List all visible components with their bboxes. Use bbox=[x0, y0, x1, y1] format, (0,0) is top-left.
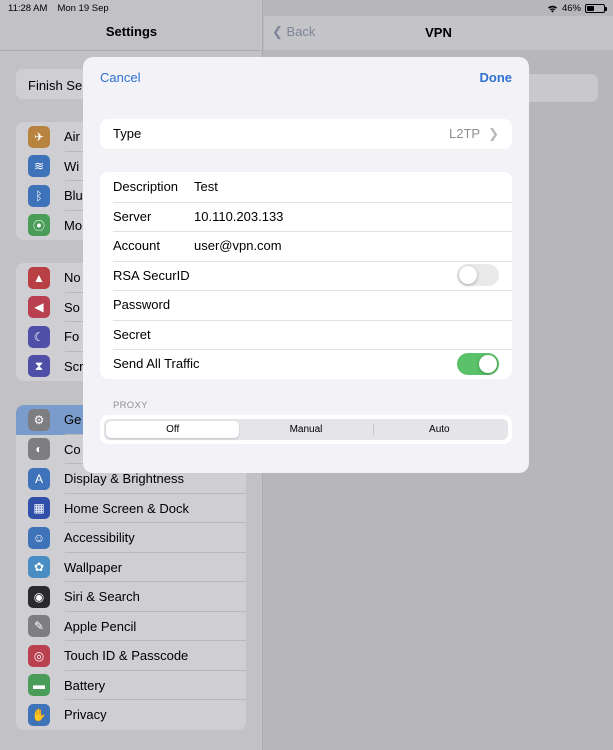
server-label: Server bbox=[113, 208, 152, 224]
type-label: Type bbox=[113, 126, 142, 142]
secret-label: Secret bbox=[113, 326, 151, 342]
toggle-knob bbox=[479, 354, 497, 373]
sidebar-item[interactable]: ✎ Apple Pencil bbox=[16, 612, 246, 642]
control-centre-icon: ◐ bbox=[28, 438, 50, 461]
sidebar-item[interactable]: ◎ Touch ID & Passcode bbox=[16, 641, 246, 671]
pencil-icon: ✎ bbox=[28, 615, 50, 638]
sidebar-item-label: Battery bbox=[64, 677, 106, 693]
sidebar-item-label: Air bbox=[64, 129, 80, 145]
proxy-section-header: PROXY bbox=[113, 400, 148, 411]
sidebar-item[interactable]: ▬ Battery bbox=[16, 671, 246, 701]
account-field[interactable]: user@vpn.com bbox=[194, 238, 499, 253]
proxy-segmented-control: Off Manual Auto bbox=[104, 419, 508, 440]
sounds-icon: ◀ bbox=[28, 296, 50, 319]
rsa-label: RSA SecurID bbox=[113, 267, 190, 283]
battery-percent: 46% bbox=[561, 2, 581, 14]
rsa-row: RSA SecurID bbox=[100, 260, 512, 291]
gear-icon: ⚙ bbox=[28, 408, 50, 431]
sidebar-item-label: Co bbox=[64, 441, 81, 457]
account-label: Account bbox=[113, 238, 160, 254]
description-label: Description bbox=[113, 179, 179, 195]
sidebar-item-label: Accessibility bbox=[64, 530, 135, 546]
wallpaper-icon: ✿ bbox=[28, 556, 50, 579]
cancel-button[interactable]: Cancel bbox=[100, 70, 140, 85]
status-time: 11:28 AM bbox=[8, 2, 48, 14]
proxy-card: Off Manual Auto bbox=[100, 415, 512, 444]
description-field[interactable]: Test bbox=[194, 179, 499, 194]
fingerprint-icon: ◎ bbox=[28, 644, 50, 667]
status-bar: 11:28 AM Mon 19 Sep 46% bbox=[0, 0, 613, 16]
bluetooth-icon: ᛒ bbox=[28, 184, 50, 207]
detail-row bbox=[528, 74, 598, 102]
toggle-knob bbox=[459, 266, 477, 285]
sidebar-item-label: Blu bbox=[64, 188, 83, 204]
home-screen-icon: ▦ bbox=[28, 497, 50, 520]
display-icon: A bbox=[28, 467, 50, 490]
account-row: Account user@vpn.com bbox=[100, 231, 512, 261]
sidebar-item-label: So bbox=[64, 299, 80, 315]
type-value: L2TP bbox=[449, 126, 481, 142]
chevron-right-icon: ❯ bbox=[488, 125, 499, 141]
password-label: Password bbox=[113, 297, 171, 313]
sidebar-item-label: Scr bbox=[64, 358, 84, 374]
proxy-option-off[interactable]: Off bbox=[106, 421, 240, 438]
done-button[interactable]: Done bbox=[480, 70, 513, 85]
focus-icon: ☾ bbox=[28, 325, 50, 348]
wifi-icon: ≋ bbox=[28, 155, 50, 178]
send-all-traffic-row: Send All Traffic bbox=[100, 349, 512, 379]
accessibility-icon: ☺ bbox=[28, 526, 50, 549]
detail-title: VPN bbox=[425, 25, 452, 40]
sidebar-item-label: Siri & Search bbox=[64, 589, 140, 605]
sidebar-item-label: Mo bbox=[64, 217, 83, 233]
sidebar-item-label: Ge bbox=[64, 412, 82, 428]
sidebar-item-label: Home Screen & Dock bbox=[64, 500, 189, 516]
proxy-option-manual[interactable]: Manual bbox=[239, 421, 372, 438]
send-all-traffic-toggle[interactable] bbox=[457, 352, 499, 375]
vpn-fields-card: Description Test Server 10.110.203.133 A… bbox=[100, 172, 512, 379]
sidebar-item[interactable]: ▦ Home Screen & Dock bbox=[16, 494, 246, 524]
password-row: Password bbox=[100, 290, 512, 320]
battery-icon: ▬ bbox=[28, 674, 50, 697]
sidebar-item-label: Touch ID & Passcode bbox=[64, 648, 189, 664]
sidebar-divider bbox=[0, 50, 263, 51]
sidebar-item-label: Display & Brightness bbox=[64, 471, 184, 487]
sidebar-item-label: Wallpaper bbox=[64, 559, 123, 575]
secret-row: Secret bbox=[100, 319, 512, 350]
vpn-config-sheet: Cancel Done Type L2TP ❯ Description Test… bbox=[83, 57, 529, 473]
sidebar-title: Settings bbox=[105, 24, 158, 39]
wifi-status-icon bbox=[547, 5, 557, 12]
proxy-option-auto[interactable]: Auto bbox=[372, 421, 506, 438]
type-card: Type L2TP ❯ bbox=[100, 119, 512, 149]
sidebar-item[interactable]: ✿ Wallpaper bbox=[16, 553, 246, 583]
sidebar-item-label: Wi bbox=[64, 158, 80, 174]
rsa-securid-toggle[interactable] bbox=[457, 264, 499, 287]
sidebar-item[interactable]: ◉ Siri & Search bbox=[16, 582, 246, 612]
sidebar-item[interactable]: ☺ Accessibility bbox=[16, 523, 246, 553]
battery-status-icon bbox=[585, 3, 607, 13]
cellular-icon: ⦿ bbox=[28, 214, 50, 237]
server-field[interactable]: 10.110.203.133 bbox=[194, 209, 499, 224]
airplane-icon: ✈ bbox=[28, 125, 50, 148]
sidebar-item-label: Privacy bbox=[64, 707, 107, 723]
sidebar-item-label: Fo bbox=[64, 329, 80, 345]
sidebar-item[interactable]: ✋ Privacy bbox=[16, 700, 246, 730]
server-row: Server 10.110.203.133 bbox=[100, 201, 512, 232]
siri-icon: ◉ bbox=[28, 585, 50, 608]
send-all-traffic-label: Send All Traffic bbox=[113, 356, 200, 372]
sidebar-item-label: Apple Pencil bbox=[64, 618, 137, 634]
status-date: Mon 19 Sep bbox=[57, 2, 109, 14]
sidebar-item-label: No bbox=[64, 270, 81, 286]
screen-time-icon: ⧗ bbox=[28, 355, 50, 378]
hand-icon: ✋ bbox=[28, 703, 50, 726]
type-row[interactable]: Type L2TP ❯ bbox=[100, 119, 512, 149]
notifications-icon: ▲ bbox=[28, 266, 50, 289]
description-row: Description Test bbox=[100, 172, 512, 202]
